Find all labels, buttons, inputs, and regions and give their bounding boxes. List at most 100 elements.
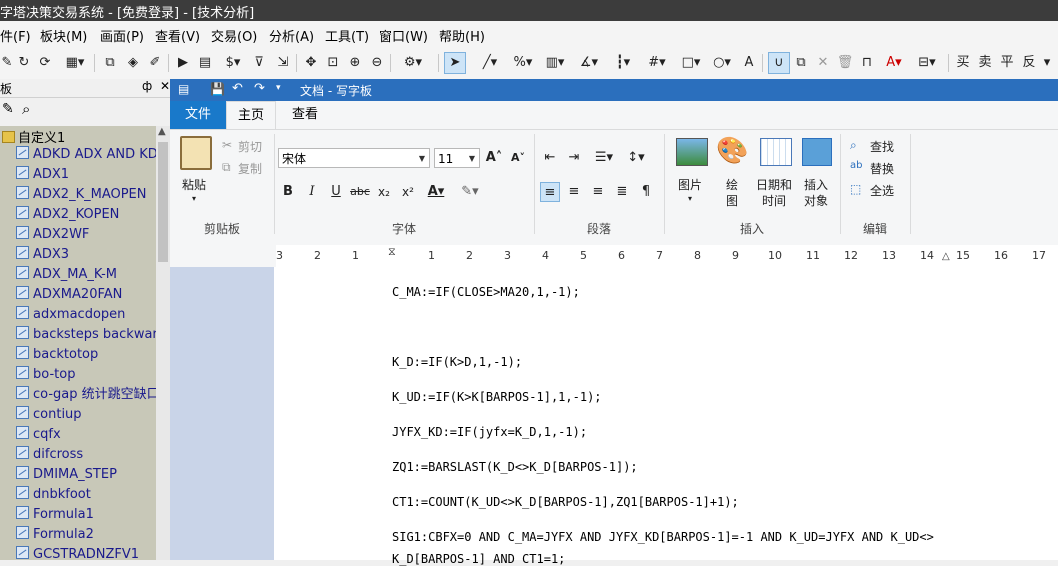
grid-view-icon[interactable]: ▦▾ <box>60 53 90 73</box>
bold-icon[interactable]: B <box>278 182 298 202</box>
select-all-icon[interactable]: ⬚ <box>850 182 861 196</box>
picture-icon[interactable] <box>676 138 708 166</box>
refresh-icon[interactable]: ↻ <box>16 53 32 73</box>
tree-item[interactable]: DMIMA_STEP <box>16 465 117 485</box>
scroll-thumb[interactable] <box>158 142 168 262</box>
paste-icon[interactable] <box>180 136 212 170</box>
scroll-up-icon[interactable]: ▲ <box>158 126 166 137</box>
paste-label[interactable]: 粘贴 <box>182 176 206 193</box>
delete-icon[interactable]: ✕ <box>814 53 832 73</box>
insert-object-label-1[interactable]: 插入 <box>804 176 828 193</box>
menu-file[interactable]: 件(F) <box>0 26 31 45</box>
paste-dropdown-icon[interactable]: ▾ <box>192 194 196 203</box>
tree-item[interactable]: ADX2WF <box>16 225 89 245</box>
insert-object-icon[interactable] <box>802 138 832 166</box>
tree-item[interactable]: Formula2 <box>16 525 94 545</box>
save-icon[interactable]: 💾 <box>210 82 225 96</box>
menu-window[interactable]: 窗口(W) <box>379 26 428 45</box>
tree-item[interactable]: ADX2_KOPEN <box>16 205 119 225</box>
sell-button[interactable]: 卖 <box>976 53 994 73</box>
document-icon[interactable]: ▤ <box>196 53 214 73</box>
percent-tool-icon[interactable]: %▾ <box>510 53 536 73</box>
pencil-icon[interactable]: ✎ <box>0 53 14 73</box>
copy-shape-icon[interactable]: ⧉ <box>792 53 810 73</box>
menu-help[interactable]: 帮助(H) <box>439 26 485 45</box>
superscript-icon[interactable]: x² <box>398 182 418 202</box>
decrease-indent-icon[interactable]: ⇤ <box>540 148 560 168</box>
align-center-icon[interactable]: ≡ <box>564 182 584 202</box>
filter-icon[interactable]: ⊽ <box>250 53 268 73</box>
cut-label[interactable]: 剪切 <box>238 138 262 155</box>
tree-item[interactable]: ADX_MA_K-M <box>16 265 117 285</box>
cut-icon[interactable]: ✂ <box>222 138 232 152</box>
replace-label[interactable]: 替换 <box>870 160 894 177</box>
trash-icon[interactable]: 🗑 <box>836 53 854 73</box>
tree-item[interactable]: contiup <box>16 405 82 425</box>
close-position-button[interactable]: 平 <box>998 53 1016 73</box>
parallel-tool-icon[interactable]: ┇▾ <box>608 53 638 73</box>
customize-qat-icon[interactable]: ▾ <box>276 83 281 93</box>
grow-font-icon[interactable]: A˄ <box>484 148 504 168</box>
reverse-button[interactable]: 反 <box>1020 53 1038 73</box>
zoom-out-icon[interactable]: ⊖ <box>368 53 386 73</box>
datetime-label-2[interactable]: 时间 <box>762 192 786 209</box>
tree-item[interactable]: GCSTRADNZFV1 <box>16 545 139 560</box>
picture-label[interactable]: 图片 <box>678 176 702 193</box>
menu-sector[interactable]: 板块(M) <box>40 26 87 45</box>
tab-home[interactable]: 主页 <box>226 101 276 129</box>
strikethrough-icon[interactable]: abc <box>350 182 370 202</box>
dollar-icon[interactable]: $▾ <box>220 53 246 73</box>
font-size-select[interactable]: 11 ▼ <box>434 148 480 168</box>
document-page[interactable]: C_MA:=IF(CLOSE>MA20,1,-1); K_D:=IF(K>D,1… <box>274 267 1058 566</box>
tree-item[interactable]: Formula1 <box>16 505 94 525</box>
text-color-icon[interactable]: A▾ <box>422 182 450 202</box>
tab-view[interactable]: 查看 <box>280 101 330 129</box>
tree-item[interactable]: adxmacdopen <box>16 305 125 325</box>
tree-item[interactable]: co-gap 统计跳空缺口 <box>16 385 156 405</box>
tree-scrollbar[interactable]: ▲ <box>156 126 170 560</box>
lock-icon[interactable]: ⊓ <box>858 53 876 73</box>
insert-object-label-2[interactable]: 对象 <box>804 192 828 209</box>
tree-root[interactable]: 自定义1 <box>2 127 65 146</box>
layers-icon[interactable]: ⧉ <box>100 53 120 73</box>
first-line-indent-icon[interactable]: ⧖ <box>388 245 396 259</box>
magnet-icon[interactable]: ∪ <box>768 52 790 74</box>
menu-view[interactable]: 查看(V) <box>155 26 200 45</box>
line-spacing-icon[interactable]: ↕▾ <box>622 148 650 168</box>
font-color-icon[interactable]: A▾ <box>880 53 908 73</box>
zoom-in-icon[interactable]: ⊕ <box>346 53 364 73</box>
highlight-icon[interactable]: ✎▾ <box>456 182 484 202</box>
underline-icon[interactable]: U <box>326 182 346 202</box>
subscript-icon[interactable]: x₂ <box>374 182 394 202</box>
shrink-font-icon[interactable]: A˅ <box>508 148 528 168</box>
search-icon[interactable]: ⌕ <box>22 100 30 118</box>
tree-item[interactable]: ADXMA20FAN <box>16 285 122 305</box>
close-panel-icon[interactable]: ✕ <box>160 79 170 93</box>
align-right-icon[interactable]: ≡ <box>588 182 608 202</box>
tree-item[interactable]: cqfx <box>16 425 61 445</box>
undo-icon[interactable]: ↶ <box>232 81 243 96</box>
paint-label-1[interactable]: 绘 <box>726 176 738 193</box>
buy-button[interactable]: 买 <box>954 53 972 73</box>
menu-analysis[interactable]: 分析(A) <box>269 26 314 45</box>
redo-icon[interactable]: ↷ <box>254 81 265 96</box>
tree-item[interactable]: bo-top <box>16 365 75 385</box>
menu-trade[interactable]: 交易(O) <box>211 26 257 45</box>
angle-tool-icon[interactable]: ∡▾ <box>574 53 604 73</box>
rect-tool-icon[interactable]: □▾ <box>676 53 706 73</box>
bar-tool-icon[interactable]: ▥▾ <box>540 53 570 73</box>
tree-item[interactable]: dnbkfoot <box>16 485 91 505</box>
bullets-icon[interactable]: ☰▾ <box>590 148 618 168</box>
select-all-label[interactable]: 全选 <box>870 182 894 199</box>
grid-tool-icon[interactable]: #▾ <box>642 53 672 73</box>
settings-icon[interactable]: ⚙▾ <box>396 53 430 73</box>
text-tool-icon[interactable]: A <box>740 53 758 73</box>
play-icon[interactable]: ▶ <box>174 53 192 73</box>
datetime-label-1[interactable]: 日期和 <box>756 176 792 193</box>
cursor-icon[interactable]: ➤ <box>444 52 466 74</box>
tree-item[interactable]: ADKD ADX AND KD <box>16 145 156 165</box>
sync-icon[interactable]: ⟳ <box>36 53 54 73</box>
copy-icon[interactable]: ⧉ <box>222 160 231 175</box>
font-family-select[interactable]: 宋体 ▼ <box>278 148 430 168</box>
align-left-icon[interactable]: ≡ <box>540 182 560 202</box>
